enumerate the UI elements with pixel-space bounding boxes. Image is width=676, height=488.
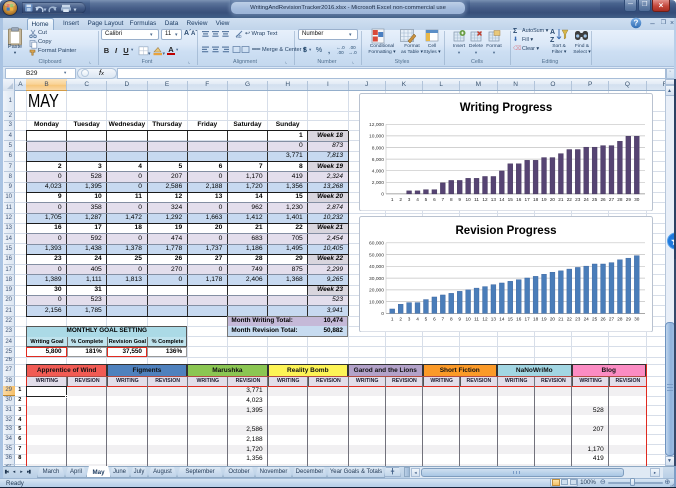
svg-text:?: ? [634,19,639,28]
svg-text:25: 25 [592,196,598,201]
svg-text:Writing Progress: Writing Progress [459,102,551,114]
svg-text:20: 20 [549,196,555,201]
svg-text:60,000: 60,000 [369,240,384,246]
svg-text:4: 4 [416,316,419,321]
svg-text:50,000: 50,000 [369,252,384,258]
svg-text:29: 29 [625,316,631,321]
svg-text:19: 19 [541,196,547,201]
svg-text:20: 20 [549,316,555,321]
svg-text:15: 15 [507,316,513,321]
svg-text:19: 19 [541,316,547,321]
svg-text:21: 21 [558,316,564,321]
svg-text:3: 3 [407,196,410,201]
svg-text:18: 18 [532,316,538,321]
svg-text:▾: ▾ [44,8,47,14]
svg-text:30: 30 [634,196,640,201]
svg-text:▾: ▾ [74,8,77,14]
svg-text:24: 24 [583,316,589,321]
svg-text:27: 27 [608,196,614,201]
svg-text:16: 16 [516,316,522,321]
svg-text:12,000: 12,000 [369,122,384,128]
svg-text:23: 23 [575,316,581,321]
svg-text:10,000: 10,000 [369,133,384,139]
svg-text:13: 13 [490,316,496,321]
svg-text:10,000: 10,000 [369,299,384,305]
svg-text:11: 11 [474,316,479,321]
svg-text:14: 14 [499,196,505,201]
svg-text:9: 9 [458,196,461,201]
svg-text:1: 1 [390,316,393,321]
svg-text:8: 8 [449,316,452,321]
svg-text:2,000: 2,000 [371,180,384,186]
svg-text:17: 17 [524,316,530,321]
svg-text:22: 22 [566,196,572,201]
svg-text:8: 8 [449,196,452,201]
svg-text:ab: ab [236,34,242,40]
svg-text:5: 5 [424,316,427,321]
svg-text:24: 24 [583,196,589,201]
svg-text:6: 6 [433,316,436,321]
svg-text:▾: ▾ [163,51,166,56]
svg-text:10: 10 [465,316,471,321]
svg-text:21: 21 [558,196,564,201]
svg-text:26: 26 [600,196,606,201]
svg-text:30: 30 [634,316,640,321]
svg-text:18: 18 [532,196,538,201]
svg-text:2: 2 [399,316,402,321]
svg-text:25: 25 [592,316,598,321]
svg-text:0: 0 [381,311,384,317]
svg-text:12: 12 [482,316,488,321]
svg-text:10: 10 [465,196,471,201]
svg-text:9: 9 [458,316,461,321]
svg-text:17: 17 [524,196,530,201]
svg-text:7: 7 [441,196,444,201]
svg-text:27: 27 [608,316,614,321]
svg-text:20,000: 20,000 [369,287,384,293]
svg-text:2: 2 [399,196,402,201]
svg-text:30,000: 30,000 [369,275,384,281]
svg-text:0: 0 [381,191,384,197]
svg-text:11: 11 [474,196,479,201]
svg-text:3: 3 [407,316,410,321]
svg-text:5: 5 [424,196,427,201]
svg-text:22: 22 [566,316,572,321]
svg-text:8,000: 8,000 [371,145,384,151]
svg-text:26: 26 [600,316,606,321]
svg-text:▾: ▾ [148,51,151,56]
svg-text:29: 29 [625,196,631,201]
svg-text:6: 6 [433,196,436,201]
svg-text:28: 28 [617,316,623,321]
svg-text:16: 16 [516,196,522,201]
svg-text:7: 7 [441,316,444,321]
svg-text:4,000: 4,000 [371,168,384,174]
svg-text:12: 12 [482,196,488,201]
svg-text:15: 15 [507,196,513,201]
svg-text:40,000: 40,000 [369,264,384,270]
svg-text:4: 4 [416,196,419,201]
svg-text:14: 14 [499,316,505,321]
svg-text:13: 13 [490,196,496,201]
svg-text:23: 23 [575,196,581,201]
svg-text:A: A [550,29,555,36]
svg-text:28: 28 [617,196,623,201]
svg-text:Revision Progress: Revision Progress [455,225,556,237]
svg-text:6,000: 6,000 [371,156,384,162]
svg-text:1: 1 [390,196,393,201]
